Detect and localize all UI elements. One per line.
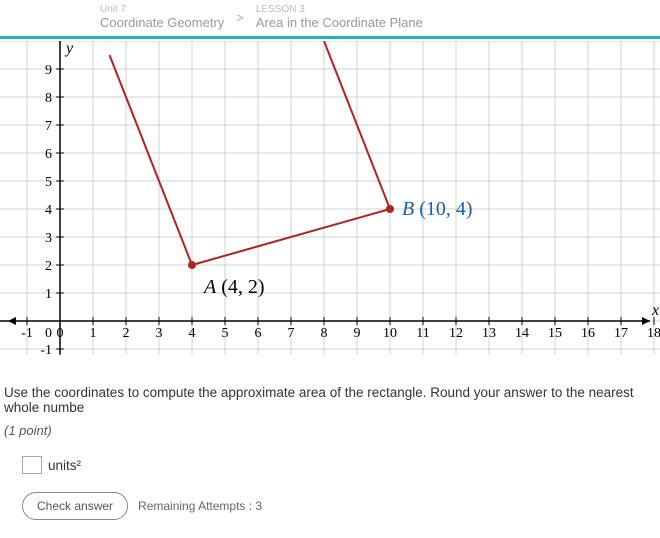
svg-text:-1: -1 — [40, 343, 52, 358]
svg-text:13: 13 — [482, 326, 496, 341]
svg-text:6: 6 — [255, 326, 262, 341]
unit-small: Unit 7 — [100, 4, 224, 15]
svg-text:18: 18 — [647, 326, 660, 341]
svg-text:3: 3 — [156, 326, 163, 341]
svg-text:2: 2 — [123, 326, 130, 341]
answer-row: units² — [4, 456, 656, 474]
svg-text:0: 0 — [57, 326, 64, 341]
svg-text:5: 5 — [222, 326, 229, 341]
question-text: Use the coordinates to compute the appro… — [4, 385, 656, 415]
svg-text:5: 5 — [45, 175, 52, 190]
svg-text:8: 8 — [45, 91, 52, 106]
units-label: units² — [48, 458, 81, 473]
svg-text:12: 12 — [449, 326, 463, 341]
svg-text:2: 2 — [45, 259, 52, 274]
svg-text:4: 4 — [45, 203, 52, 218]
question-area: Use the coordinates to compute the appro… — [0, 371, 660, 520]
svg-text:4: 4 — [189, 326, 196, 341]
svg-text:11: 11 — [416, 326, 429, 341]
svg-text:A (4, 2): A (4, 2) — [202, 276, 265, 298]
svg-text:1: 1 — [45, 287, 52, 302]
svg-text:x: x — [651, 302, 659, 319]
accent-line — [0, 36, 660, 39]
svg-text:10: 10 — [383, 326, 397, 341]
breadcrumb: Unit 7 Coordinate Geometry > LESSON 3 Ar… — [0, 0, 660, 36]
button-row: Check answer Remaining Attempts : 3 — [4, 492, 656, 520]
graph-svg: -10123456789101112131415161718-112345678… — [0, 41, 660, 371]
answer-input[interactable] — [22, 456, 42, 474]
coordinate-graph: -10123456789101112131415161718-112345678… — [0, 41, 660, 371]
svg-text:16: 16 — [581, 326, 595, 341]
svg-text:7: 7 — [288, 326, 295, 341]
svg-text:y: y — [64, 41, 74, 57]
svg-text:7: 7 — [45, 119, 52, 134]
remaining-attempts: Remaining Attempts : 3 — [138, 499, 262, 513]
breadcrumb-sep: > — [236, 10, 244, 25]
check-answer-button[interactable]: Check answer — [22, 492, 128, 520]
svg-text:1: 1 — [90, 326, 97, 341]
question-points: (1 point) — [4, 423, 656, 438]
svg-text:17: 17 — [614, 326, 628, 341]
svg-text:-1: -1 — [21, 326, 33, 341]
svg-text:9: 9 — [45, 63, 52, 78]
unit-label[interactable]: Coordinate Geometry — [100, 15, 224, 30]
svg-text:15: 15 — [548, 326, 562, 341]
lesson-small: LESSON 3 — [256, 4, 423, 15]
svg-text:8: 8 — [321, 326, 328, 341]
svg-text:0: 0 — [45, 326, 52, 341]
lesson-label[interactable]: Area in the Coordinate Plane — [256, 15, 423, 30]
svg-text:9: 9 — [354, 326, 361, 341]
svg-text:14: 14 — [515, 326, 529, 341]
svg-text:B (10, 4): B (10, 4) — [402, 198, 473, 220]
svg-text:3: 3 — [45, 231, 52, 246]
svg-text:6: 6 — [45, 147, 52, 162]
